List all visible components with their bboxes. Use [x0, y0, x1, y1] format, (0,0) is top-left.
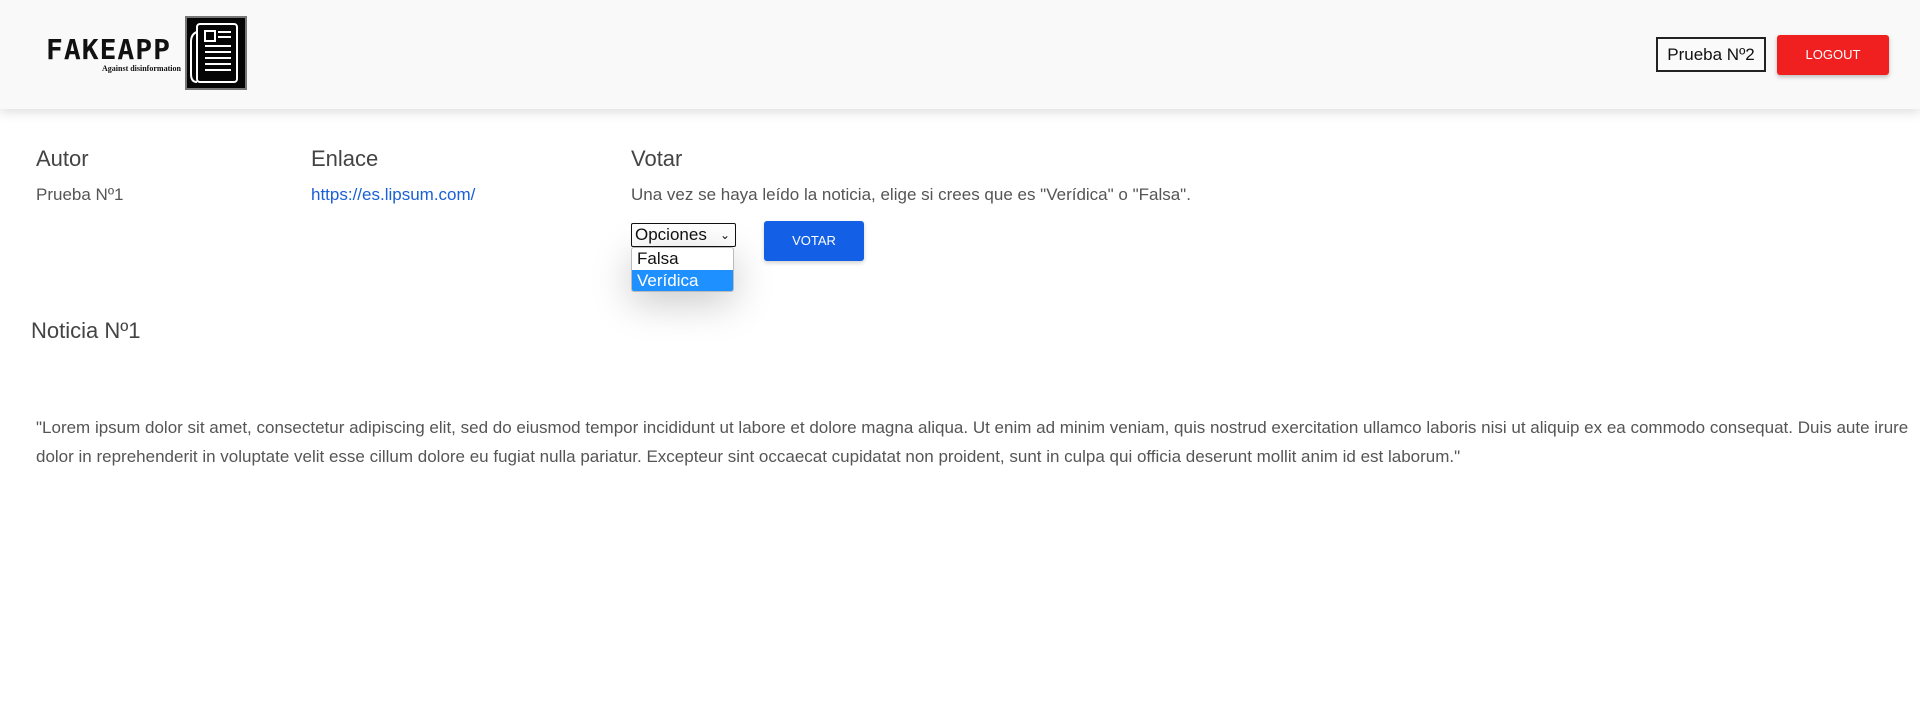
logo-tagline: Against disinformation	[102, 64, 181, 73]
vote-instructions: Una vez se haya leído la noticia, elige …	[631, 185, 1191, 204]
vote-heading: Votar	[631, 146, 683, 171]
logo-title: FAKEAPP	[46, 33, 172, 66]
author-heading: Autor	[36, 146, 89, 171]
news-title: Noticia Nº1	[31, 318, 141, 343]
chevron-down-icon: ⌄	[719, 228, 730, 242]
vote-options-dropdown: Falsa Verídica	[631, 247, 734, 292]
news-body: "Lorem ipsum dolor sit amet, consectetur…	[36, 418, 1909, 466]
author-value: Prueba Nº1	[36, 185, 124, 204]
app-logo[interactable]: FAKEAPP Against disinformation	[44, 16, 254, 91]
source-link[interactable]: https://es.lipsum.com/	[311, 185, 475, 205]
logout-button[interactable]: LOGOUT	[1777, 35, 1889, 75]
link-heading: Enlace	[311, 146, 379, 171]
current-user-badge: Prueba Nº2	[1656, 37, 1766, 72]
top-navbar: FAKEAPP Against disinformation Prueba Nº…	[0, 0, 1920, 109]
vote-button[interactable]: VOTAR	[764, 221, 864, 261]
select-value: Opciones	[635, 225, 707, 244]
option-falsa[interactable]: Falsa	[632, 248, 733, 270]
newspaper-icon	[185, 16, 247, 90]
option-veridica[interactable]: Verídica	[632, 270, 733, 291]
vote-options-select[interactable]: Opciones ⌄	[631, 223, 736, 247]
